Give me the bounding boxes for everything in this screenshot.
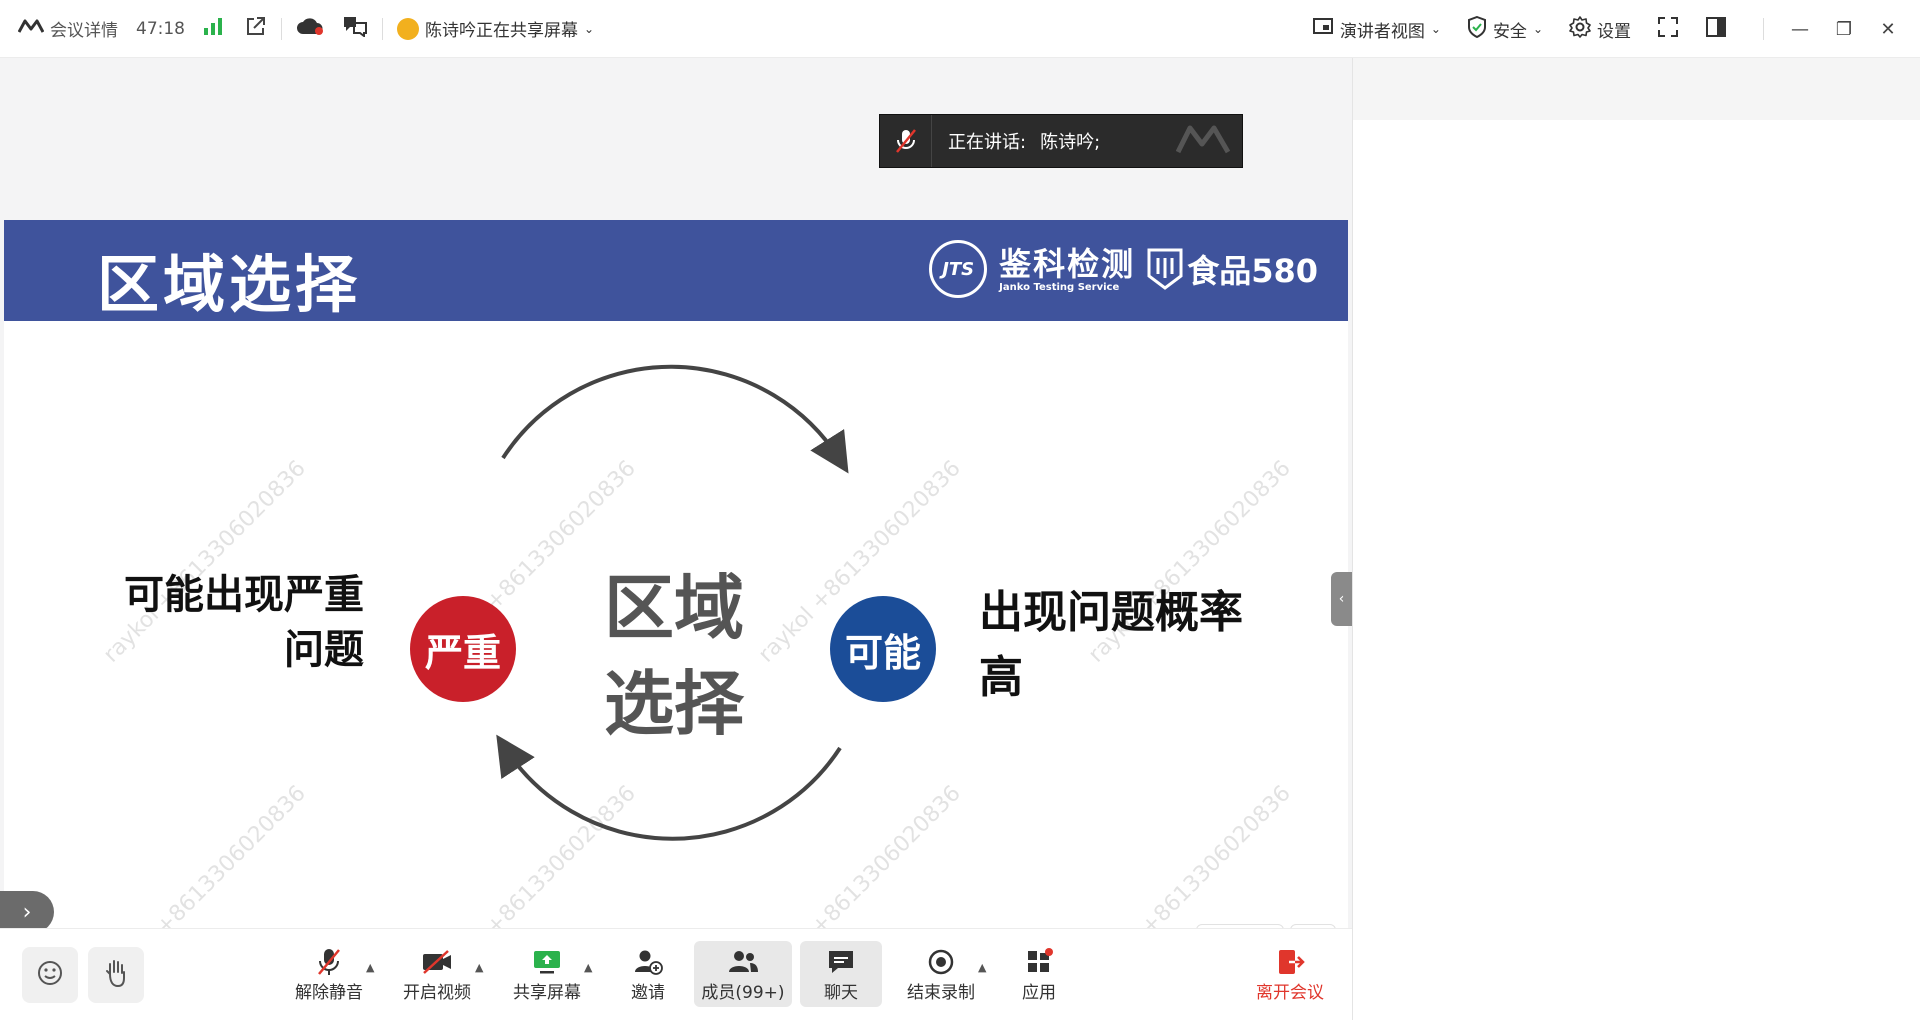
- gear-icon: [1569, 15, 1591, 43]
- members-panel: [1352, 58, 1920, 1020]
- unmute-label: 解除静音: [295, 982, 363, 1003]
- separator: [1763, 18, 1764, 40]
- settings-label: 设置: [1597, 21, 1631, 42]
- apps-grid-icon: [1025, 946, 1053, 978]
- expand-thumbnails-button[interactable]: ›: [0, 891, 54, 933]
- right-text: 出现问题概率高: [979, 587, 1243, 703]
- share-screen-button[interactable]: 共享屏幕: [510, 941, 584, 1007]
- start-video-label: 开启视频: [403, 982, 471, 1003]
- separator: [382, 17, 383, 40]
- invite-button[interactable]: 邀请: [620, 941, 676, 1007]
- tencent-meeting-logo-icon: [17, 18, 45, 39]
- caption-translate-icon[interactable]: [342, 15, 368, 42]
- collapse-panel-button[interactable]: ‹: [1331, 572, 1352, 626]
- chevron-down-icon: ⌄: [584, 21, 595, 36]
- signal-strength-icon[interactable]: [203, 17, 223, 40]
- record-stop-icon: [927, 946, 955, 978]
- leave-meeting-button[interactable]: 离开会议: [1250, 941, 1330, 1007]
- speaking-indicator: 正在讲话: 陈诗吟;: [879, 114, 1243, 168]
- smile-icon: [36, 959, 64, 991]
- share-screen-label: 共享屏幕: [513, 982, 581, 1003]
- meeting-details-label: 会议详情: [50, 21, 118, 41]
- restore-icon[interactable]: ❐: [1822, 19, 1866, 40]
- speaking-name: 陈诗吟;: [1040, 132, 1101, 153]
- chat-icon: [826, 946, 856, 978]
- chat-label: 聊天: [824, 982, 858, 1003]
- presenter-view-dropdown[interactable]: 演讲者视图 ⌄: [1312, 17, 1441, 42]
- exit-door-icon: [1275, 946, 1305, 978]
- camera-off-icon: [421, 946, 453, 978]
- center-text: 区域选择: [604, 567, 744, 745]
- audio-options-caret[interactable]: ▲: [366, 961, 374, 974]
- fullscreen-icon[interactable]: [1657, 16, 1679, 43]
- close-window-icon[interactable]: ✕: [1866, 19, 1910, 40]
- members-label: 成员(99+): [701, 982, 785, 1003]
- start-video-button[interactable]: 开启视频: [400, 941, 474, 1007]
- speaker-logo-icon: [1175, 124, 1231, 159]
- chat-button[interactable]: 聊天: [800, 941, 882, 1007]
- presenter-view-label: 演讲者视图: [1339, 21, 1425, 42]
- panel-tabs: [1353, 58, 1920, 120]
- chevron-down-icon: ⌄: [1430, 22, 1441, 36]
- share-screen-icon: [532, 946, 562, 978]
- cloud-record-icon[interactable]: [296, 16, 324, 41]
- mic-off-icon: [880, 115, 932, 167]
- shield-icon: [1467, 15, 1487, 43]
- unmute-button[interactable]: 解除静音: [292, 941, 366, 1007]
- raise-hand-button[interactable]: [88, 947, 144, 1003]
- title-bar: 会议详情 47:18 陈诗吟正在共享屏幕 ⌄ 演讲者视图 ⌄ 安全 ⌄ 设置 —…: [0, 0, 1920, 58]
- presentation-slide: 区域选择 JTS 鉴科检测 Janko Testing Service 食品58…: [4, 220, 1348, 976]
- sharing-notice-dropdown[interactable]: 陈诗吟正在共享屏幕 ⌄: [397, 16, 594, 41]
- severe-badge: 严重: [410, 596, 516, 702]
- chevron-down-icon: ⌄: [1532, 22, 1543, 36]
- security-label: 安全: [1492, 21, 1527, 42]
- settings-button[interactable]: 设置: [1569, 15, 1631, 43]
- speaking-label: 正在讲话:: [948, 132, 1027, 153]
- end-recording-button[interactable]: 结束录制: [904, 941, 978, 1007]
- sharer-avatar: [397, 17, 419, 40]
- mic-off-icon: [316, 946, 342, 978]
- share-options-caret[interactable]: ▲: [584, 961, 592, 974]
- apps-label: 应用: [1022, 982, 1056, 1003]
- possible-badge: 可能: [830, 596, 936, 702]
- recording-options-caret[interactable]: ▲: [978, 961, 986, 974]
- separator: [281, 17, 282, 40]
- left-text: 可能出现严重问题: [124, 572, 364, 673]
- sharing-notice-text: 陈诗吟正在共享屏幕: [425, 21, 578, 41]
- invite-label: 邀请: [631, 982, 665, 1003]
- members-button[interactable]: 成员(99+): [694, 941, 792, 1007]
- meeting-toolbar: 解除静音 ▲ 开启视频 ▲ 共享屏幕 ▲ 邀请 成员(99+) 聊天 结束录制 …: [0, 928, 1352, 1020]
- meeting-timer: 47:18: [136, 18, 185, 39]
- video-options-caret[interactable]: ▲: [475, 961, 483, 974]
- minimize-icon[interactable]: —: [1778, 19, 1822, 40]
- members-icon: [726, 946, 760, 978]
- tab-chat[interactable]: [1353, 58, 1597, 120]
- raise-hand-icon: [102, 958, 130, 992]
- presenter-view-icon: [1312, 17, 1334, 42]
- end-recording-label: 结束录制: [907, 982, 975, 1003]
- meeting-details-button[interactable]: 会议详情: [17, 16, 118, 41]
- shared-screen-stage: 正在讲话: 陈诗吟; 区域选择 JTS 鉴科检测 Janko Testing S…: [0, 58, 1352, 976]
- sidebar-toggle-icon[interactable]: [1705, 16, 1727, 43]
- leave-meeting-label: 离开会议: [1256, 982, 1324, 1003]
- share-link-icon[interactable]: [245, 15, 267, 42]
- add-person-icon: [633, 946, 663, 978]
- emoji-reaction-button[interactable]: [22, 947, 78, 1003]
- apps-button[interactable]: 应用: [1014, 941, 1064, 1007]
- security-dropdown[interactable]: 安全 ⌄: [1467, 15, 1543, 43]
